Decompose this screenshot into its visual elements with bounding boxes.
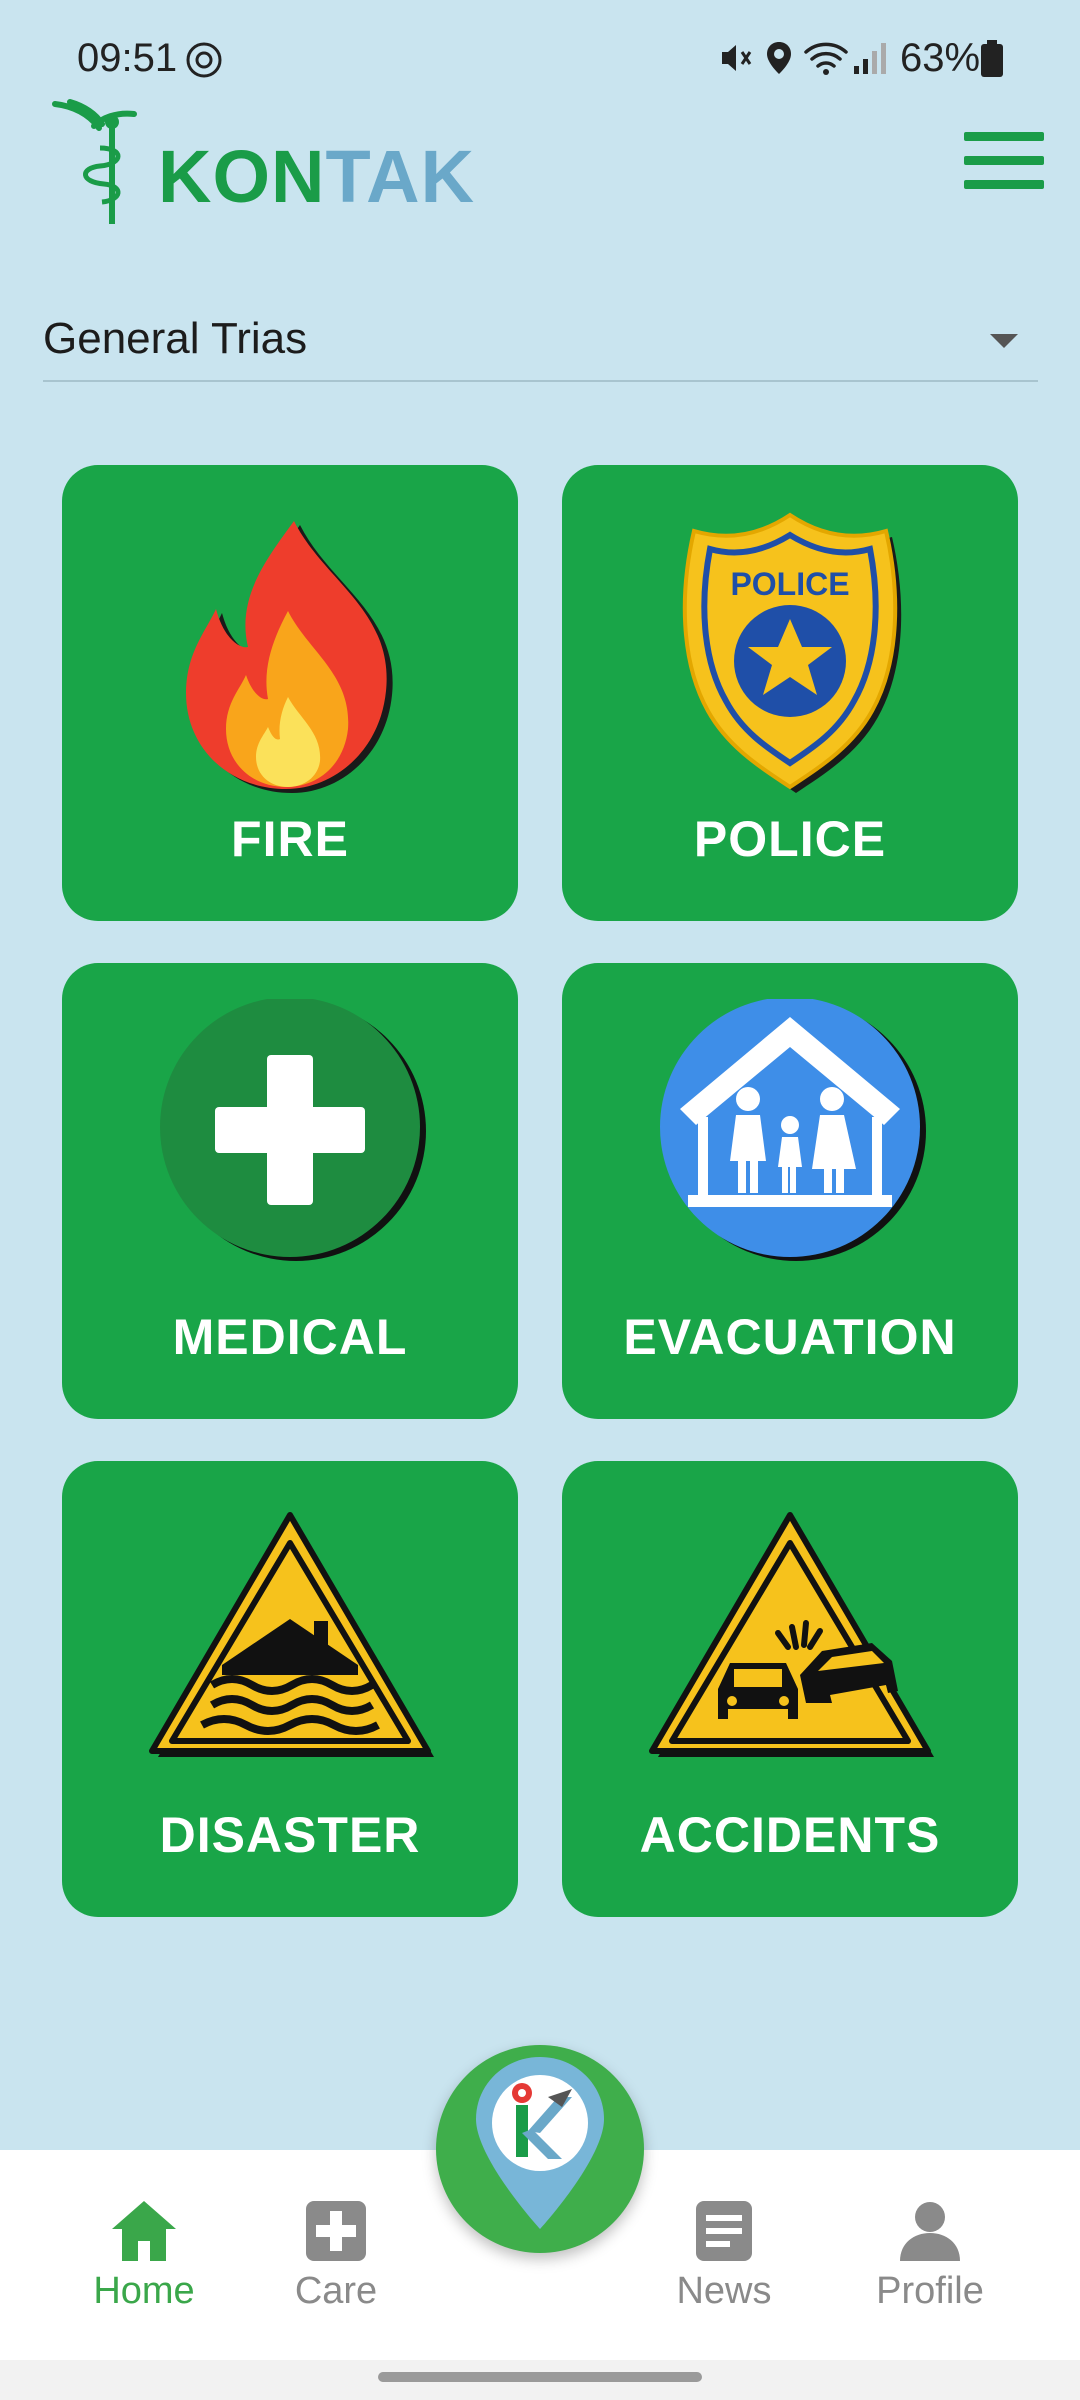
kontak-map-pin-icon [476, 2057, 604, 2229]
nav-care[interactable]: Care [236, 2150, 436, 2360]
accidents-label: ACCIDENTS [639, 1807, 941, 1863]
fire-button[interactable]: FIRE [62, 465, 518, 921]
location-selected-value: General Trias [43, 314, 308, 363]
care-plus-icon [306, 2201, 366, 2261]
car-accident-icon [649, 1512, 934, 1757]
status-time: 09:51 [77, 36, 178, 80]
nav-home[interactable]: Home [44, 2150, 244, 2360]
location-icon [764, 40, 794, 81]
medical-cross-icon [160, 999, 426, 1261]
mute-icon [718, 40, 754, 81]
fire-label: FIRE [231, 811, 349, 867]
wifi-icon [804, 40, 848, 81]
police-badge-icon: POLICE [682, 512, 902, 793]
nav-news[interactable]: News [624, 2150, 824, 2360]
menu-button[interactable] [964, 132, 1048, 190]
evacuation-button[interactable]: EVACUATION [562, 963, 1018, 1419]
nav-profile[interactable]: Profile [830, 2150, 1030, 2360]
nav-home-label: Home [93, 2270, 195, 2312]
signal-icon [852, 40, 888, 81]
evacuation-shelter-icon [660, 999, 926, 1261]
gesture-bar[interactable] [378, 2372, 702, 2382]
nav-news-label: News [676, 2270, 772, 2312]
logo-text: KONTAK [158, 135, 476, 218]
hamburger-menu-icon [964, 132, 1044, 141]
dropdown-arrow-icon [990, 334, 1018, 348]
home-icon [112, 2201, 176, 2261]
profile-icon [900, 2202, 960, 2261]
app-screen: 09:51 63% KONTAK General Trias FIRE POLI… [0, 0, 1080, 2400]
police-badge-text: POLICE [730, 566, 849, 602]
battery-percentage: 63% [900, 36, 981, 80]
accidents-button[interactable]: ACCIDENTS [562, 1461, 1018, 1917]
location-dropdown[interactable]: General Trias [43, 300, 1038, 382]
fire-icon [186, 521, 393, 793]
battery-icon [980, 40, 1004, 83]
kontak-map-button[interactable] [436, 2045, 644, 2253]
at-sign-icon [184, 40, 224, 85]
medical-label: MEDICAL [172, 1309, 408, 1365]
disaster-button[interactable]: DISASTER [62, 1461, 518, 1917]
nav-care-label: Care [294, 2270, 378, 2312]
flood-warning-icon [149, 1512, 434, 1757]
nav-profile-label: Profile [876, 2270, 984, 2312]
disaster-label: DISASTER [159, 1807, 421, 1863]
police-button[interactable]: POLICE POLICE [562, 465, 1018, 921]
news-icon [696, 2201, 752, 2261]
evacuation-label: EVACUATION [623, 1309, 957, 1365]
police-label: POLICE [693, 811, 887, 867]
medical-button[interactable]: MEDICAL [62, 963, 518, 1419]
kontak-logo: KONTAK [50, 98, 474, 228]
